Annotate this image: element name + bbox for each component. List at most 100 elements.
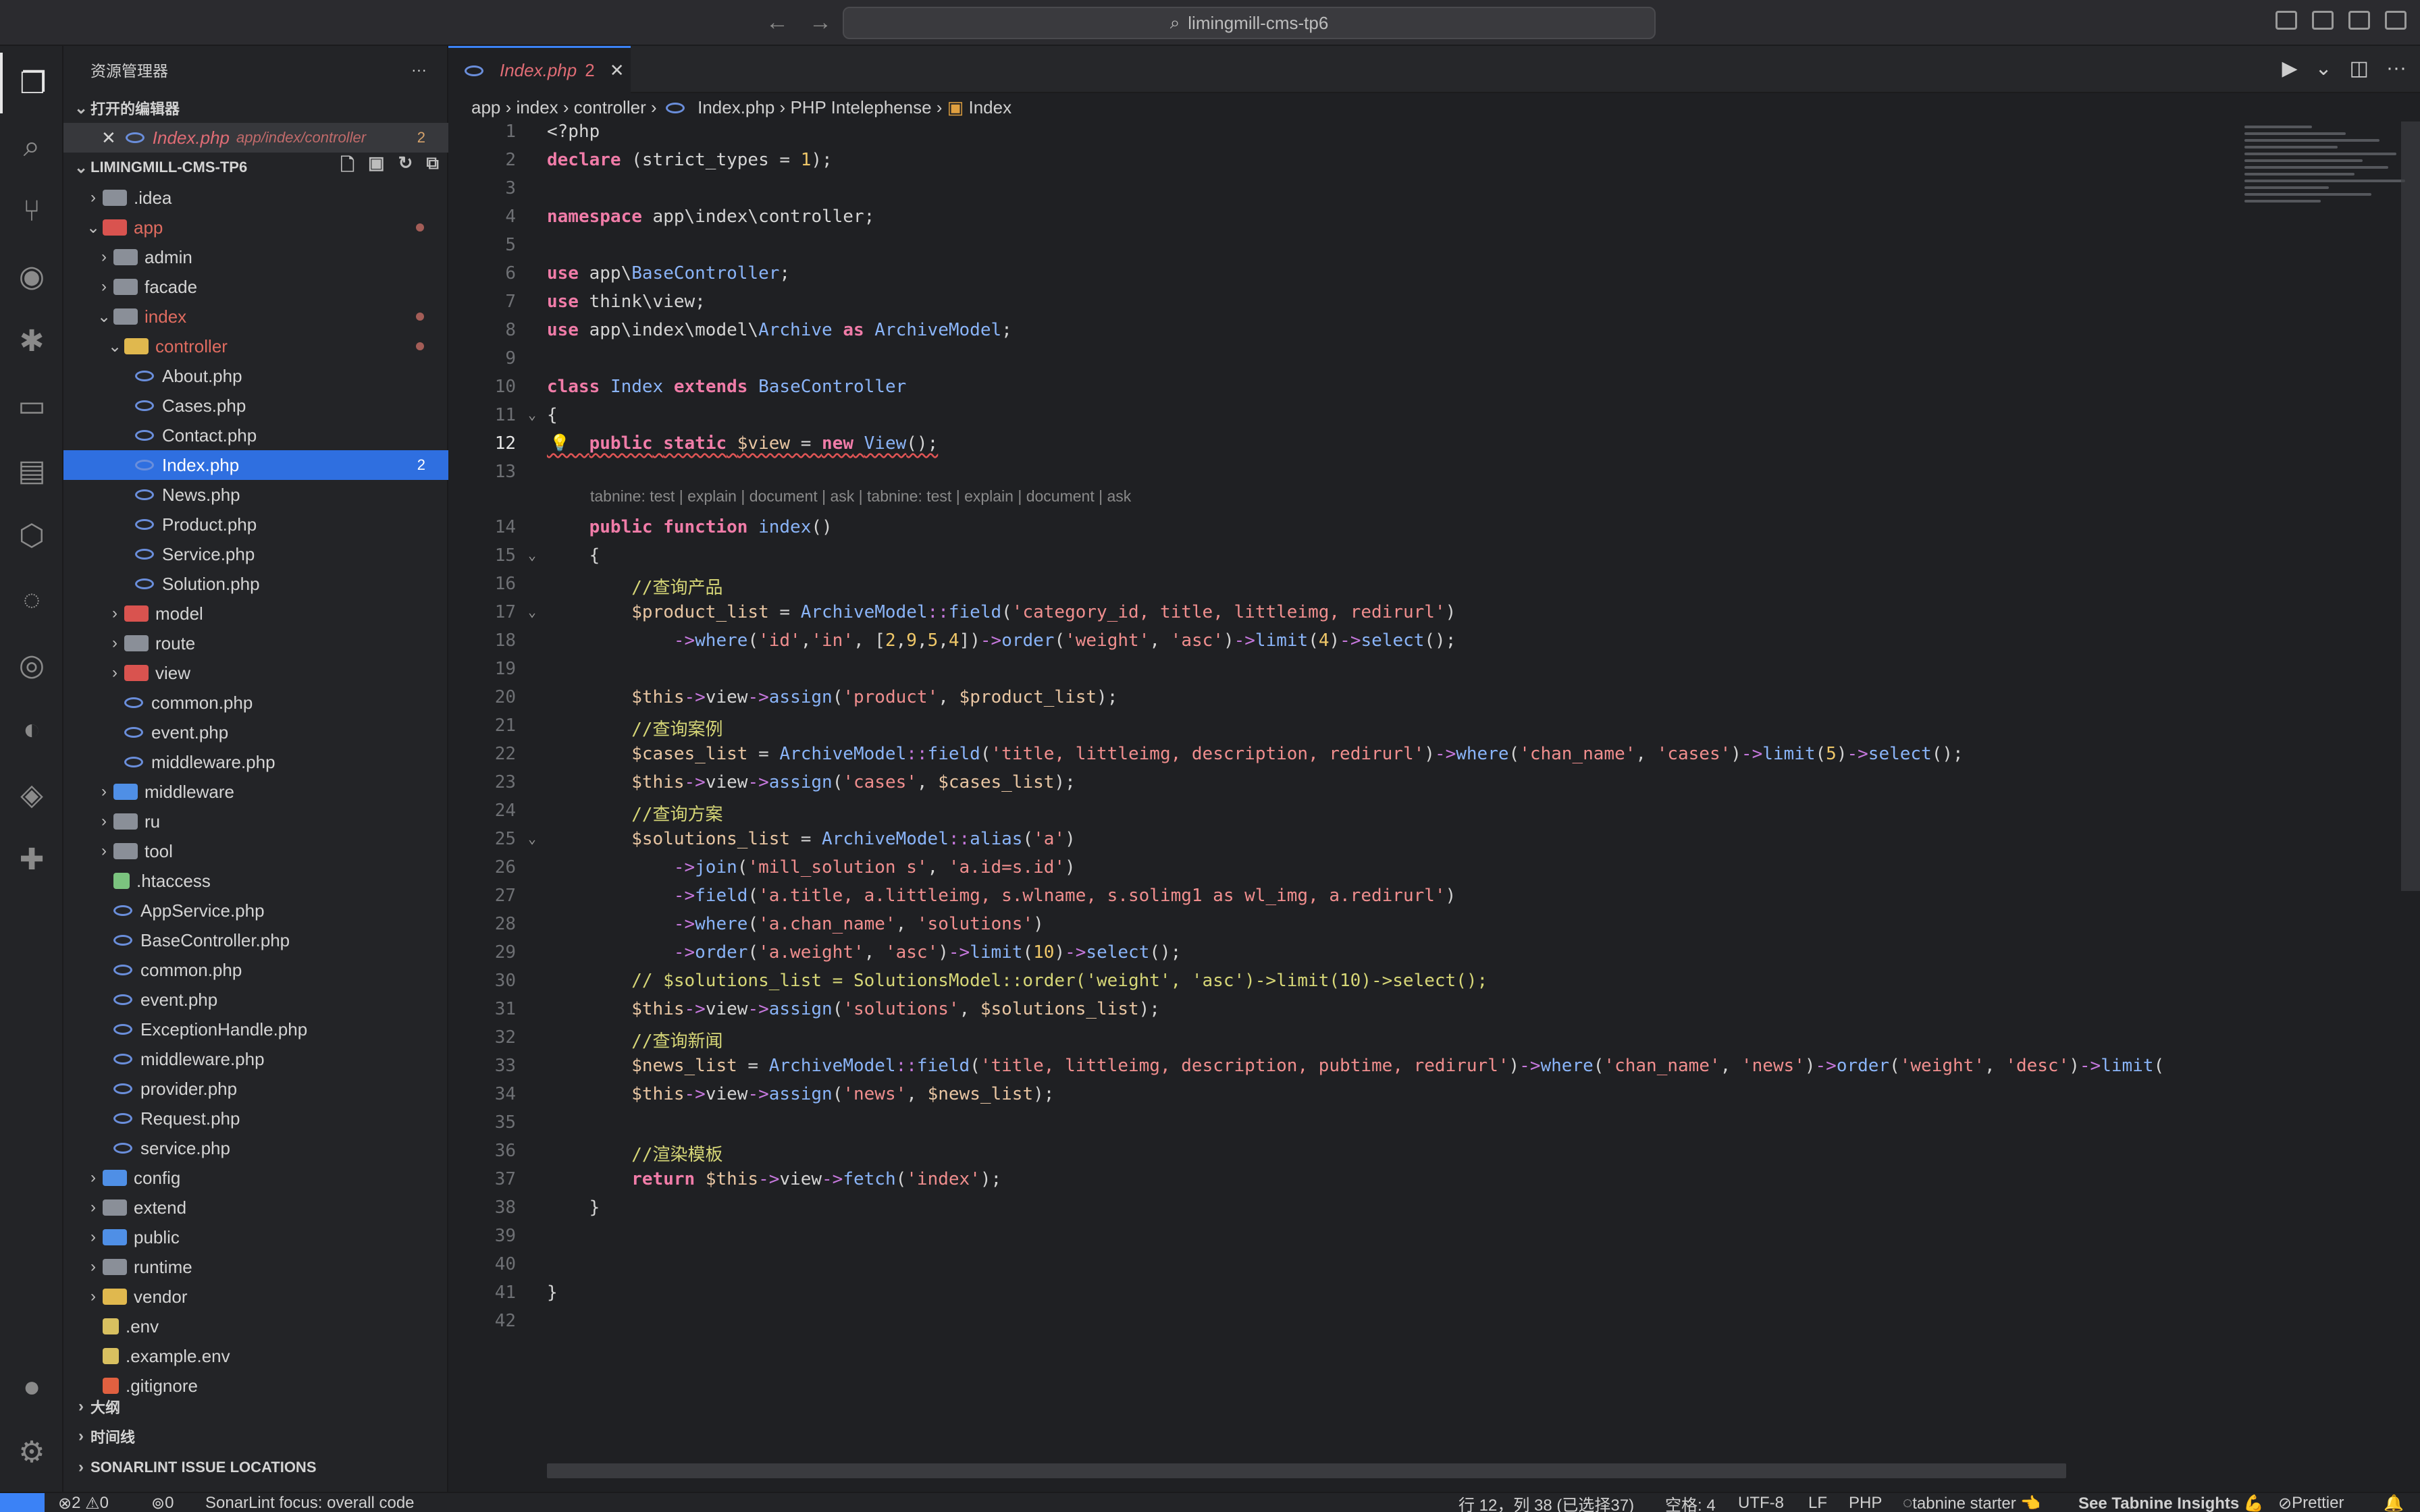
- timeline-section[interactable]: › 时间线: [63, 1422, 448, 1451]
- tree-item[interactable]: ⌄ controller: [63, 331, 448, 361]
- tree-item[interactable]: › public: [63, 1222, 448, 1252]
- code-line[interactable]: //渲染模板: [547, 1141, 722, 1166]
- tree-item[interactable]: › ru: [63, 807, 448, 836]
- tree-item[interactable]: › tool: [63, 836, 448, 866]
- testing-icon[interactable]: ⬡: [0, 505, 63, 566]
- code-line[interactable]: <?php: [547, 122, 600, 142]
- tree-item[interactable]: News.php: [63, 480, 448, 510]
- tree-item[interactable]: Service.php: [63, 539, 448, 569]
- code-line[interactable]: {: [547, 545, 600, 566]
- lightbulb-icon[interactable]: 💡: [550, 433, 570, 452]
- toggle-panel-icon[interactable]: [2312, 11, 2334, 30]
- tree-item[interactable]: ⌄ index: [63, 302, 448, 331]
- code-line[interactable]: ->where('id','in', [2,9,5,4])->order('we…: [547, 630, 1456, 651]
- gitlens-icon[interactable]: ◈: [0, 764, 63, 825]
- edge-icon[interactable]: ◐: [0, 699, 63, 760]
- code-line[interactable]: ->where('a.chan_name', 'solutions'): [547, 914, 1044, 934]
- code-line[interactable]: $cases_list = ArchiveModel::field('title…: [547, 744, 1963, 764]
- tree-item[interactable]: service.php: [63, 1133, 448, 1163]
- code-line[interactable]: $solutions_list = ArchiveModel::alias('a…: [547, 829, 1076, 849]
- tree-item[interactable]: provider.php: [63, 1074, 448, 1104]
- close-icon[interactable]: ✕: [610, 60, 625, 81]
- code-line[interactable]: declare (strict_types = 1);: [547, 150, 833, 170]
- code-line[interactable]: $product_list = ArchiveModel::field('cat…: [547, 602, 1456, 622]
- code-line[interactable]: ->field('a.title, a.littleimg, s.wlname,…: [547, 886, 1456, 906]
- tree-item[interactable]: › view: [63, 658, 448, 688]
- outline-section[interactable]: › 大纲: [63, 1392, 448, 1422]
- tabnine-codelens[interactable]: tabnine: test | explain | document | ask…: [590, 487, 1131, 506]
- account-icon[interactable]: ●: [0, 1357, 63, 1418]
- chevron-down-icon[interactable]: ⌄: [2315, 57, 2332, 80]
- tree-item[interactable]: › model: [63, 599, 448, 628]
- breadcrumb-item[interactable]: PHP Intelephense: [790, 97, 931, 117]
- tree-item[interactable]: › extend: [63, 1193, 448, 1222]
- more-actions-icon[interactable]: ···: [411, 61, 427, 79]
- cursor-position[interactable]: 行 12，列 38 (已选择37): [1458, 1493, 1634, 1512]
- breadcrumb-item[interactable]: controller: [574, 97, 646, 117]
- code-line[interactable]: {: [547, 405, 558, 425]
- docker-icon[interactable]: ▤: [0, 440, 63, 501]
- tree-item[interactable]: › facade: [63, 272, 448, 302]
- code-line[interactable]: use think\view;: [547, 292, 706, 312]
- github-icon[interactable]: ◉: [0, 246, 63, 306]
- tree-item[interactable]: › config: [63, 1163, 448, 1193]
- debug-icon[interactable]: ✱: [0, 310, 63, 371]
- fold-chevron-icon[interactable]: ⌄: [528, 830, 536, 846]
- code-line[interactable]: $this->view->assign('product', $product_…: [547, 687, 1117, 707]
- code-line[interactable]: public static $view = new View();: [547, 433, 939, 454]
- collapse-all-icon[interactable]: ⧉: [426, 153, 439, 182]
- tree-item[interactable]: .env: [63, 1312, 448, 1341]
- prettier-status[interactable]: ⊘ Prettier: [2278, 1493, 2344, 1512]
- code-line[interactable]: ->join('mill_solution s', 'a.id=s.id'): [547, 857, 1076, 878]
- tree-item[interactable]: About.php: [63, 361, 448, 391]
- code-line[interactable]: $this->view->assign('cases', $cases_list…: [547, 772, 1076, 792]
- code-line[interactable]: class Index extends BaseController: [547, 377, 906, 397]
- toggle-secondary-sidebar-icon[interactable]: [2348, 11, 2370, 30]
- run-icon[interactable]: ▶: [2282, 57, 2297, 80]
- new-file-icon[interactable]: 🗋: [340, 153, 354, 182]
- breadcrumb-item[interactable]: Index: [968, 97, 1011, 117]
- code-line[interactable]: }: [547, 1197, 600, 1218]
- tree-item[interactable]: › .idea: [63, 183, 448, 213]
- fold-chevron-icon[interactable]: ⌄: [528, 603, 536, 620]
- code-line[interactable]: namespace app\index\controller;: [547, 207, 874, 227]
- breadcrumb-item[interactable]: app: [471, 97, 500, 117]
- horizontal-scrollbar[interactable]: [547, 1463, 2066, 1478]
- code-line[interactable]: }: [547, 1282, 558, 1303]
- breadcrumb-item[interactable]: index: [517, 97, 558, 117]
- tree-item[interactable]: Request.php: [63, 1104, 448, 1133]
- tree-item[interactable]: Cases.php: [63, 391, 448, 421]
- code-line[interactable]: //查询新闻: [547, 1027, 722, 1052]
- new-folder-icon[interactable]: ▣: [368, 153, 385, 182]
- language-mode[interactable]: PHP: [1849, 1493, 1882, 1512]
- tab-index-php[interactable]: Index.php 2 ✕: [448, 46, 631, 93]
- remote-indicator-icon[interactable]: [0, 1493, 45, 1512]
- tree-item[interactable]: middleware.php: [63, 1044, 448, 1074]
- search-icon[interactable]: ⌕: [0, 116, 63, 177]
- code-line[interactable]: //查询产品: [547, 574, 722, 599]
- tree-item[interactable]: .example.env: [63, 1341, 448, 1371]
- eol-status[interactable]: LF: [1808, 1493, 1827, 1512]
- code-line[interactable]: $this->view->assign('news', $news_list);: [547, 1084, 1054, 1104]
- timeline-icon[interactable]: ◌: [0, 570, 63, 630]
- indentation-status[interactable]: 空格: 4: [1665, 1493, 1716, 1512]
- sonarlint-section[interactable]: › SONARLINT ISSUE LOCATIONS: [63, 1453, 448, 1482]
- tree-item[interactable]: BaseController.php: [63, 925, 448, 955]
- notifications-bell-icon[interactable]: 🔔: [2384, 1493, 2404, 1512]
- more-actions-icon[interactable]: ···: [2386, 57, 2406, 80]
- close-icon[interactable]: ✕: [101, 128, 116, 148]
- tree-item[interactable]: common.php: [63, 955, 448, 985]
- tree-item[interactable]: .htaccess: [63, 866, 448, 896]
- sonarlint-status[interactable]: SonarLint focus: overall code: [205, 1493, 415, 1512]
- command-center-search[interactable]: ⌕ limingmill-cms-tp6: [843, 7, 1656, 39]
- tree-item[interactable]: event.php: [63, 985, 448, 1015]
- tree-item[interactable]: Index.php 2: [63, 450, 448, 480]
- extensions-icon[interactable]: ✚: [0, 829, 63, 890]
- open-editor-item[interactable]: ✕ Index.php app/index/controller 2: [63, 123, 448, 153]
- problems-indicator[interactable]: ⊗ 2 ⚠ 0: [58, 1493, 109, 1512]
- toggle-primary-sidebar-icon[interactable]: [2276, 11, 2297, 30]
- code-line[interactable]: $news_list = ArchiveModel::field('title,…: [547, 1056, 2164, 1076]
- code-line[interactable]: // $solutions_list = SolutionsModel::ord…: [547, 971, 1488, 991]
- fold-chevron-icon[interactable]: ⌄: [528, 547, 536, 563]
- encoding-status[interactable]: UTF-8: [1738, 1493, 1784, 1512]
